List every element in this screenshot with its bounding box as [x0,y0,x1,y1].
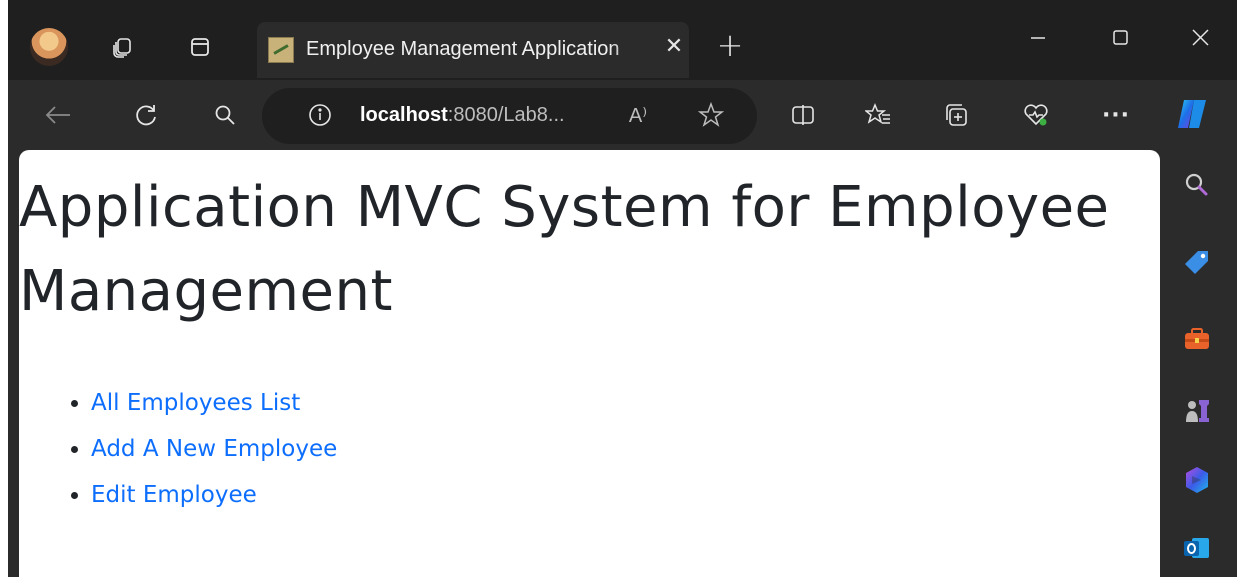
all-employees-link[interactable]: All Employees List [91,390,300,416]
split-screen-icon[interactable] [788,100,818,130]
new-tab-button[interactable]: + [714,29,746,62]
favorites-icon[interactable] [863,100,893,130]
sidebar-search-icon[interactable] [1182,170,1212,200]
edit-employee-link[interactable]: Edit Employee [91,482,257,508]
shopping-tag-icon[interactable] [1182,248,1212,278]
nav-link-list: All Employees List Add A New Employee Ed… [19,380,337,518]
url-host: localhost [360,104,448,126]
list-item: Edit Employee [91,472,337,518]
profile-avatar[interactable] [30,28,68,66]
add-employee-link[interactable]: Add A New Employee [91,436,337,462]
list-item: All Employees List [91,380,337,426]
collections-icon[interactable] [941,100,971,130]
search-icon[interactable] [210,100,240,130]
url-text[interactable]: localhost:8080/Lab8... [360,104,565,127]
close-window-button[interactable] [1180,18,1220,58]
browser-essentials-icon[interactable] [1021,100,1051,130]
read-aloud-icon[interactable]: A⁾ [623,100,653,130]
games-icon[interactable] [1182,396,1212,426]
info-icon[interactable] [305,100,335,130]
tab-favicon [268,37,294,63]
refresh-icon[interactable] [131,100,161,130]
workspaces-icon[interactable] [109,34,135,60]
tools-icon[interactable] [1182,324,1212,354]
edge-sidebar [1160,150,1229,577]
web-page: Application MVC System for Employee Mana… [19,150,1160,577]
more-icon[interactable]: ··· [1101,100,1131,130]
page-heading: Application MVC System for Employee Mana… [19,175,1110,324]
back-icon[interactable] [43,100,73,130]
microsoft-365-icon[interactable] [1182,465,1212,495]
tab-title: Employee Management Application [306,38,620,60]
outlook-icon[interactable] [1182,533,1212,563]
copilot-icon[interactable] [1173,94,1213,134]
list-item: Add A New Employee [91,426,337,472]
tab-actions-icon[interactable] [187,34,213,60]
url-path: :8080/Lab8... [447,104,565,126]
tab-bar: Employee Management Application ✕ + [8,0,1237,80]
favorite-star-icon[interactable] [696,100,726,130]
minimize-button[interactable] [1018,18,1058,58]
tab-close-button[interactable]: ✕ [661,34,687,60]
maximize-button[interactable] [1100,18,1140,58]
